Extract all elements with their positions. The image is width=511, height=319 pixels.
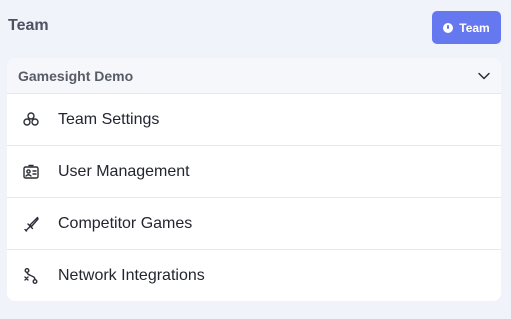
id-card-icon (22, 163, 40, 181)
selected-team-name: Gamesight Demo (18, 67, 134, 84)
team-settings-icon (22, 111, 40, 129)
menu-item-competitor-games[interactable]: Competitor Games (7, 198, 501, 250)
team-menu-card: Gamesight Demo Team Settings User Manage… (7, 58, 501, 301)
info-icon (443, 22, 454, 33)
integrations-icon (22, 267, 40, 285)
page-title: Team (8, 17, 49, 34)
team-selector[interactable]: Gamesight Demo (7, 58, 501, 94)
team-button[interactable]: Team (432, 11, 501, 44)
menu-item-label: User Management (58, 162, 190, 180)
team-button-label: Team (459, 20, 490, 35)
menu-item-label: Competitor Games (58, 214, 193, 232)
menu-item-team-settings[interactable]: Team Settings (7, 94, 501, 146)
chevron-down-icon (477, 69, 491, 83)
sword-icon (22, 215, 40, 233)
menu-item-user-management[interactable]: User Management (7, 146, 501, 198)
menu-item-label: Team Settings (58, 110, 160, 128)
menu-item-network-integrations[interactable]: Network Integrations (7, 250, 501, 301)
menu-item-label: Network Integrations (58, 267, 205, 284)
